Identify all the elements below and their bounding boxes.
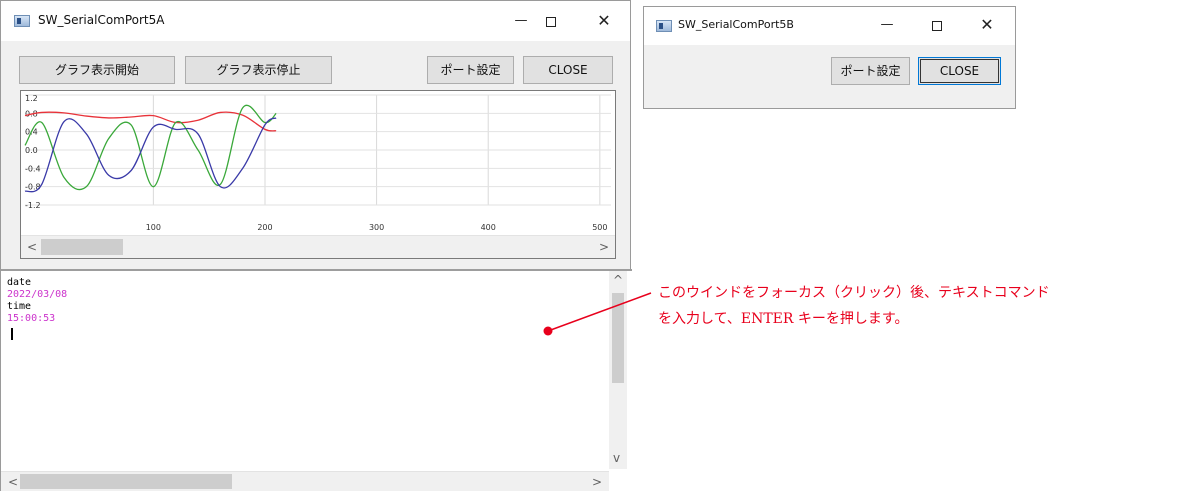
terminal-vertical-scrollbar[interactable]: ^ v <box>609 271 627 469</box>
x-tick-label: 300 <box>369 223 384 232</box>
graph-stop-button[interactable]: グラフ表示停止 <box>185 56 332 84</box>
terminal-horizontal-scrollbar[interactable]: < > <box>1 471 609 491</box>
port-settings-button[interactable]: ポート設定 <box>831 57 910 85</box>
close-window-icon[interactable]: ✕ <box>581 1 627 41</box>
scroll-up-arrow-icon[interactable]: ^ <box>613 273 623 287</box>
terminal-vscroll-thumb[interactable] <box>612 293 624 383</box>
terminal-line: 15:00:53 <box>7 313 56 324</box>
y-tick-label: -0.4 <box>25 164 41 173</box>
close-button[interactable]: CLOSE <box>918 57 1001 85</box>
title-bar[interactable]: SW_SerialComPort5A — ✕ <box>1 1 630 41</box>
scroll-right-arrow-icon[interactable]: > <box>599 240 609 254</box>
x-tick-label: 400 <box>481 223 496 232</box>
app-icon <box>14 15 30 27</box>
chart-scroll-thumb[interactable] <box>41 239 123 255</box>
scroll-left-arrow-icon[interactable]: < <box>27 240 37 254</box>
scroll-down-arrow-icon[interactable]: v <box>613 451 620 465</box>
serial-window-b: SW_SerialComPort5B — ✕ ポート設定 CLOSE <box>643 6 1016 109</box>
window-title: SW_SerialComPort5B <box>678 18 794 31</box>
graph-start-button[interactable]: グラフ表示開始 <box>19 56 175 84</box>
graph-panel: 1.2 0.8 0.4 0.0 -0.4 -0.8 -1.2 100 200 300 400 500 … <box>20 90 616 259</box>
chart-horizontal-scrollbar[interactable]: < > <box>21 235 615 258</box>
series-line-1 <box>24 104 277 191</box>
scroll-left-arrow-icon[interactable]: < <box>8 475 18 489</box>
text-cursor <box>11 328 13 340</box>
series-line-2 <box>24 117 277 193</box>
terminal-hscroll-thumb[interactable] <box>20 474 232 489</box>
title-bar[interactable]: SW_SerialComPort5B — ✕ <box>644 7 1015 45</box>
port-settings-button[interactable]: ポート設定 <box>427 56 514 84</box>
window-title: SW_SerialComPort5A <box>38 13 165 27</box>
y-tick-label: 0.0 <box>25 146 38 155</box>
x-tick-label: 200 <box>257 223 272 232</box>
series-line-0 <box>24 111 277 132</box>
signal-chart: 1.20.80.40.0-0.4-0.8-1.2100 200 300 400 500 <box>24 94 611 232</box>
scroll-right-arrow-icon[interactable]: > <box>592 475 602 489</box>
x-tick-label: 500 <box>592 223 607 232</box>
annotation-text-line-1: このウインドをフォーカス（クリック）後、テキストコマンド <box>658 285 1050 301</box>
serial-window-a: SW_SerialComPort5A — ✕ グラフ表示開始 グラフ表示停止 ポ… <box>0 0 632 491</box>
maximize-icon[interactable] <box>914 7 960 47</box>
app-icon <box>656 20 672 32</box>
terminal-line: date <box>7 277 32 288</box>
close-button[interactable]: CLOSE <box>523 56 613 84</box>
terminal-line: time <box>7 301 32 312</box>
annotation-text-line-2: を入力して、ENTER キーを押します。 <box>658 311 909 327</box>
terminal-text-area[interactable]: date 2022/03/08 time 15:00:53 <box>1 269 632 491</box>
x-tick-label: 100 <box>146 223 161 232</box>
y-tick-label: -0.8 <box>25 183 41 192</box>
y-tick-label: 1.2 <box>25 94 38 103</box>
y-tick-label: -1.2 <box>25 201 41 210</box>
terminal-line: 2022/03/08 <box>7 289 68 300</box>
maximize-icon[interactable] <box>528 1 574 41</box>
close-window-icon[interactable]: ✕ <box>964 7 1010 47</box>
minimize-icon[interactable]: — <box>864 7 910 47</box>
